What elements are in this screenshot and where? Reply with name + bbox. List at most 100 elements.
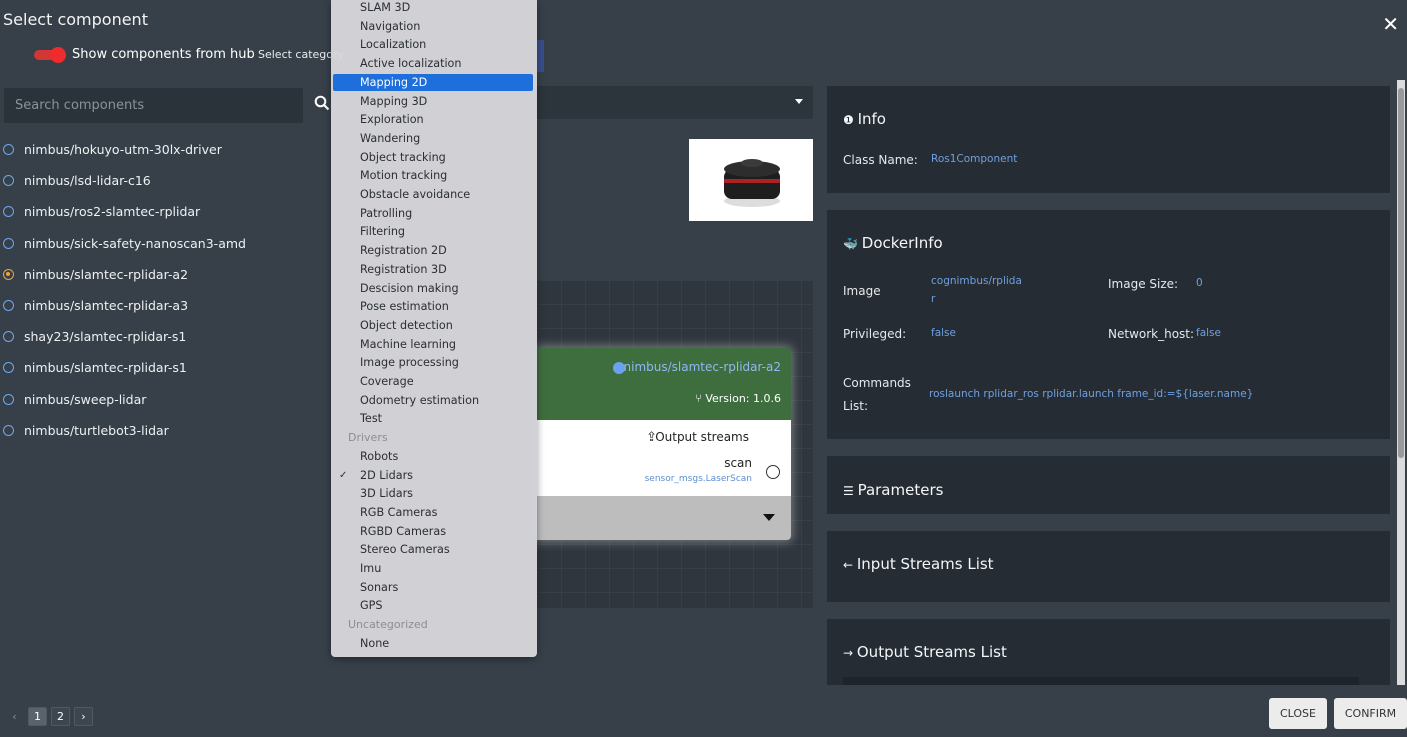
radio-button[interactable] [3, 393, 14, 405]
dropdown-option-label: Patrolling [360, 206, 413, 220]
radio-button[interactable] [3, 268, 14, 280]
dropdown-option-label: Odometry estimation [360, 393, 480, 407]
image-value-line2: r [931, 293, 936, 305]
dropdown-option-label: None [360, 636, 390, 650]
dropdown-option[interactable]: Machine learning [333, 336, 533, 353]
dropdown-option[interactable]: Motion tracking [333, 167, 533, 184]
component-list: nimbus/hokuyo-utm-30lx-driver nimbus/lsd-… [3, 134, 323, 446]
docker-panel: 🐳 DockerInfo Image cognimbus/rplida r Im… [827, 210, 1390, 439]
dropdown-option-label: Navigation [360, 19, 421, 33]
page-button-1[interactable]: 1 [28, 707, 47, 726]
dropdown-option[interactable]: Wandering [333, 130, 533, 147]
input-streams-panel[interactable]: ← Input Streams List [827, 531, 1390, 602]
node-footer[interactable] [537, 496, 791, 540]
dropdown-option[interactable]: SLAM 3D [333, 0, 533, 16]
component-item[interactable]: nimbus/sick-safety-nanoscan3-amd [3, 228, 323, 259]
dropdown-option[interactable]: Image processing [333, 354, 533, 371]
dropdown-option[interactable]: GPS [333, 597, 533, 614]
component-item[interactable]: nimbus/slamtec-rplidar-s1 [3, 352, 323, 383]
component-label: nimbus/slamtec-rplidar-a2 [24, 266, 189, 282]
dropdown-option-label: Motion tracking [360, 169, 448, 183]
dropdown-option[interactable]: None [333, 635, 533, 652]
dropdown-option[interactable]: RGB Cameras [333, 504, 533, 521]
dropdown-option[interactable]: Registration 3D [333, 261, 533, 278]
dropdown-option[interactable]: Navigation [333, 18, 533, 35]
component-item[interactable]: nimbus/turtlebot3-lidar [3, 415, 323, 446]
dropdown-option-label: Stereo Cameras [360, 543, 450, 557]
dropdown-option[interactable]: Descision making [333, 280, 533, 297]
component-label: shay23/slamtec-rplidar-s1 [24, 329, 187, 345]
confirm-button[interactable]: CONFIRM [1334, 698, 1407, 729]
branch-icon: ⑂ [695, 392, 706, 405]
dropdown-option[interactable]: Active localization [333, 55, 533, 72]
dropdown-option[interactable]: Exploration [333, 111, 533, 128]
stream-type: sensor_msgs.LaserScan [644, 474, 752, 484]
dropdown-option[interactable]: 3D Lidars [333, 485, 533, 502]
parameters-panel[interactable]: ☰ Parameters [827, 456, 1390, 514]
component-item[interactable]: nimbus/lsd-lidar-c16 [3, 165, 323, 196]
dropdown-option[interactable]: Test [333, 410, 533, 427]
output-streams-panel[interactable]: → Output Streams List [827, 619, 1390, 685]
component-item[interactable]: nimbus/slamtec-rplidar-a2 [3, 259, 323, 290]
dropdown-option[interactable]: Filtering [333, 223, 533, 240]
dropdown-option[interactable]: Coverage [333, 373, 533, 390]
dropdown-option[interactable]: Mapping 2D [333, 73, 533, 91]
component-item[interactable]: nimbus/slamtec-rplidar-a3 [3, 290, 323, 321]
dropdown-option-label: Imu [360, 562, 382, 575]
component-item[interactable]: nimbus/sweep-lidar [3, 384, 323, 415]
dropdown-option[interactable]: Object detection [333, 317, 533, 334]
dropdown-option[interactable]: Pose estimation [333, 298, 533, 315]
dropdown-option[interactable]: Mapping 3D [333, 93, 533, 110]
node-version-text: Version: 1.0.6 [705, 392, 781, 405]
scrollbar-thumb[interactable] [1398, 88, 1404, 458]
dropdown-option[interactable]: Localization [333, 36, 533, 53]
dropdown-option[interactable]: Odometry estimation [333, 392, 533, 409]
dropdown-option[interactable]: RGBD Cameras [333, 523, 533, 540]
prev-page-button[interactable]: ‹ [5, 707, 24, 726]
close-icon[interactable]: ✕ [1382, 14, 1399, 34]
hub-toggle[interactable] [34, 47, 66, 63]
dropdown-option[interactable]: Robots [333, 448, 533, 465]
next-page-button[interactable]: › [74, 707, 93, 726]
dropdown-option[interactable]: Registration 2D [333, 242, 533, 259]
dropdown-option[interactable]: Imu [333, 560, 533, 577]
dropdown-option[interactable]: ✓ 2D Lidars [333, 467, 533, 484]
dropdown-group-header: Drivers [348, 431, 388, 445]
sliders-icon: ☰ [843, 484, 858, 498]
component-node[interactable]: nimbus/slamtec-rplidar-a2 ⑂ Version: 1.0… [537, 348, 791, 540]
privileged-value: false [931, 327, 956, 339]
radio-button[interactable] [3, 175, 14, 187]
radio-button[interactable] [3, 300, 14, 312]
node-header: nimbus/slamtec-rplidar-a2 ⑂ Version: 1.0… [537, 348, 791, 420]
node-name: nimbus/slamtec-rplidar-a2 [623, 360, 781, 374]
component-item[interactable]: shay23/slamtec-rplidar-s1 [3, 321, 323, 352]
search-icon[interactable] [314, 95, 330, 113]
radio-button[interactable] [3, 331, 14, 343]
category-select[interactable] [536, 86, 813, 119]
dropdown-option[interactable]: Object tracking [333, 149, 533, 166]
dropdown-option-label: Filtering [360, 225, 406, 239]
page-button-2[interactable]: 2 [51, 707, 70, 726]
search-input[interactable] [4, 88, 303, 123]
dropdown-option[interactable]: Sonars [333, 579, 533, 596]
dropdown-option-label: Image processing [360, 356, 459, 370]
radio-button[interactable] [3, 362, 14, 374]
stream-port[interactable] [766, 465, 780, 479]
dropdown-option-label: Object detection [360, 318, 453, 332]
close-button[interactable]: CLOSE [1269, 698, 1327, 729]
radio-button[interactable] [3, 424, 14, 436]
component-item[interactable]: nimbus/ros2-slamtec-rplidar [3, 196, 323, 227]
dropdown-option[interactable]: Patrolling [333, 205, 533, 222]
dropdown-option[interactable]: Obstacle avoidance [333, 186, 533, 203]
radio-button[interactable] [3, 206, 14, 218]
dropdown-option-label: GPS [360, 599, 383, 613]
dropdown-option[interactable]: Stereo Cameras [333, 541, 533, 558]
radio-button[interactable] [3, 144, 14, 156]
component-item[interactable]: nimbus/hokuyo-utm-30lx-driver [3, 134, 323, 165]
dropdown-option-label: Descision making [360, 281, 459, 295]
commands-value: roslaunch rplidar_ros rplidar.launch fra… [929, 388, 1254, 400]
radio-button[interactable] [3, 237, 14, 249]
image-size-value: 0 [1196, 277, 1203, 289]
dropdown-option-label: SLAM 3D [360, 1, 411, 14]
category-dropdown: SLAM 3D Navigation Localization Active loca… [331, 0, 537, 657]
